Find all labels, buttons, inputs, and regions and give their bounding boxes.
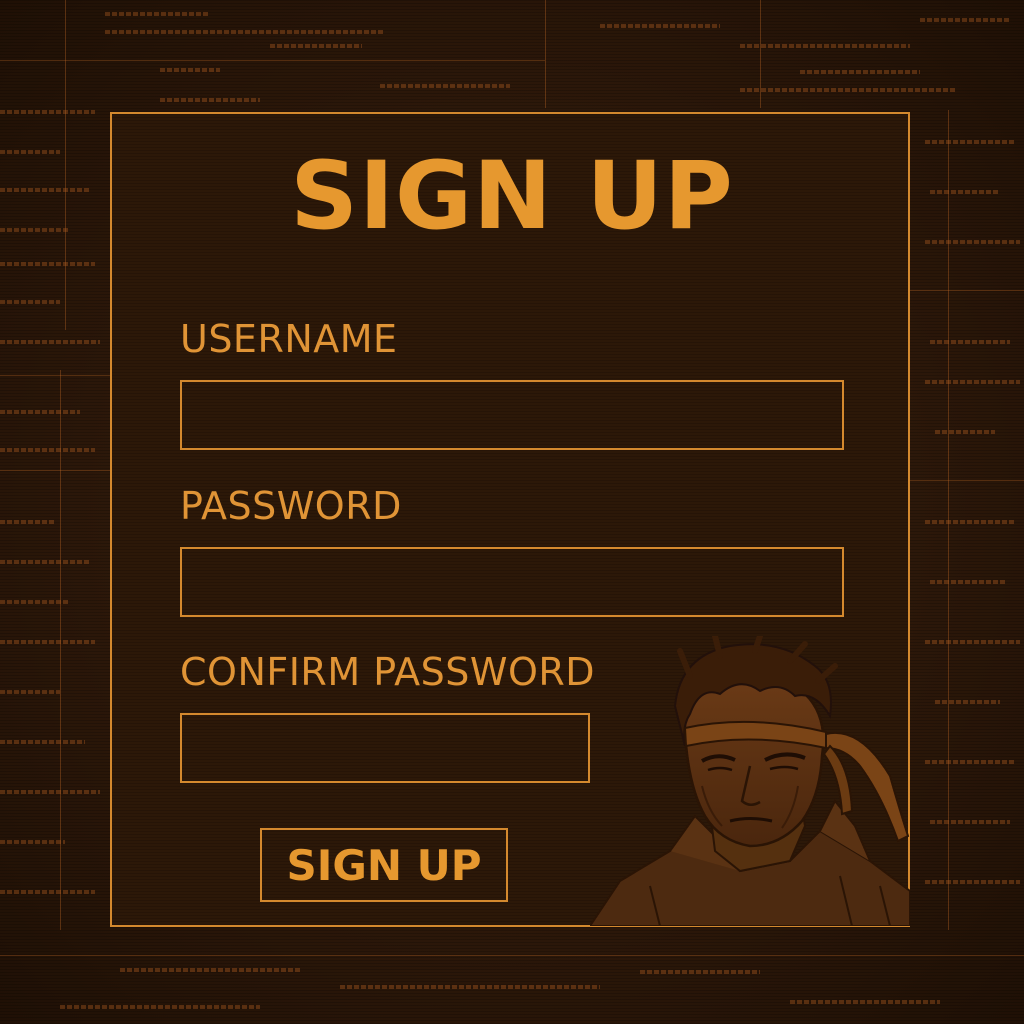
soldier-portrait-icon	[590, 636, 910, 926]
password-label: PASSWORD	[180, 484, 402, 528]
confirm-password-input[interactable]	[180, 713, 590, 783]
username-label: USERNAME	[180, 317, 398, 361]
password-input[interactable]	[180, 547, 844, 617]
confirm-password-label: CONFIRM PASSWORD	[180, 650, 596, 694]
sign-up-button[interactable]: SIGN UP	[260, 828, 508, 902]
page-title: SIGN UP	[290, 142, 734, 251]
username-input[interactable]	[180, 380, 844, 450]
